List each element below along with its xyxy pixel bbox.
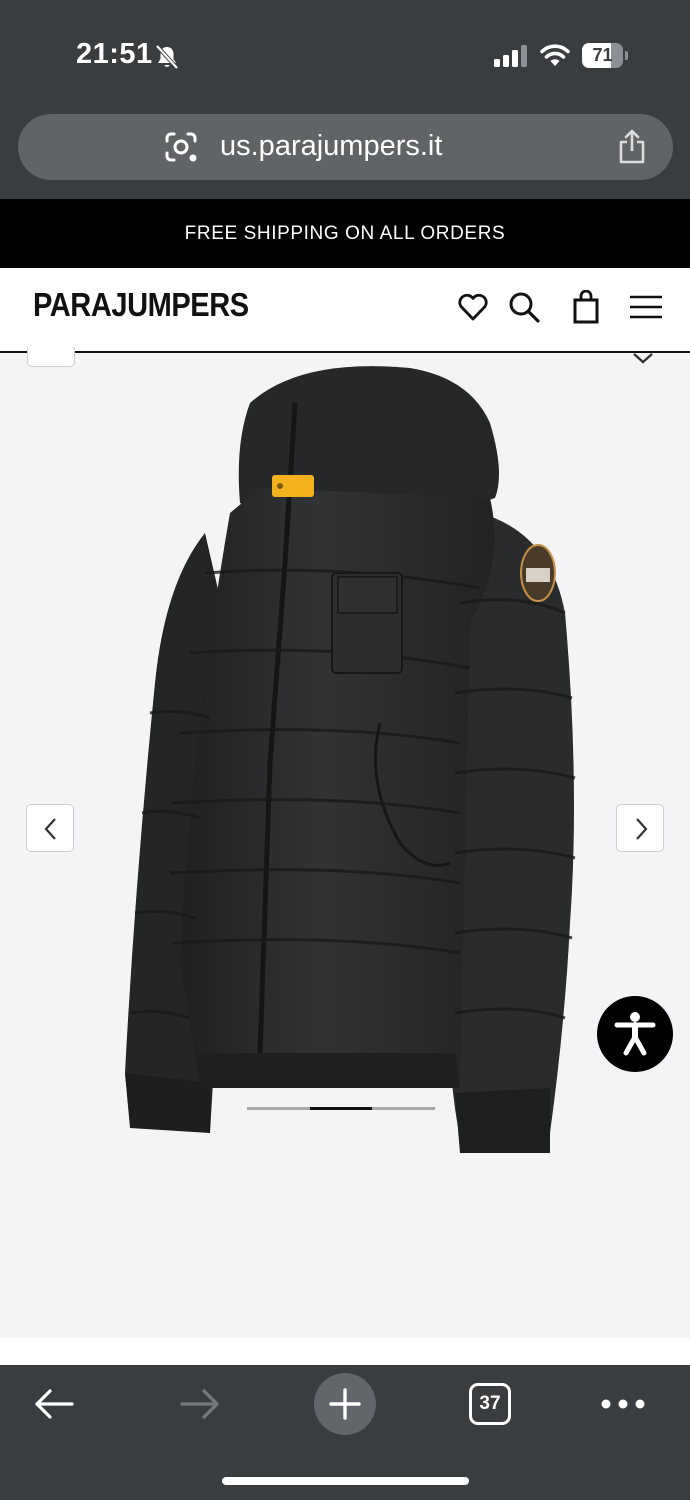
new-tab-button[interactable] (314, 1373, 376, 1435)
battery-level-text: 71 (592, 45, 613, 65)
slide-indicator-active (309, 1107, 373, 1110)
gallery-prev-button[interactable] (26, 804, 74, 852)
slide-indicator (247, 1107, 435, 1110)
brand-logo[interactable]: PARAJUMPERS (33, 286, 249, 324)
site-header: PARAJUMPERS (0, 268, 690, 353)
url-text[interactable]: us.parajumpers.it (220, 130, 442, 163)
signal-icon (494, 45, 527, 67)
lens-icon[interactable] (164, 131, 198, 163)
menu-icon[interactable] (628, 290, 662, 324)
status-bar: 21:51 71 (0, 0, 690, 106)
page-section-divider (0, 1338, 690, 1365)
gallery-stub-button[interactable] (27, 347, 75, 367)
plus-icon (329, 1388, 361, 1420)
home-indicator[interactable] (222, 1477, 469, 1485)
chevron-down-icon[interactable] (632, 351, 654, 365)
tab-count-button[interactable]: 37 (469, 1383, 511, 1425)
bell-off-icon (155, 44, 179, 70)
search-icon[interactable] (507, 290, 541, 324)
share-icon[interactable] (617, 129, 647, 165)
chevron-right-icon (636, 818, 648, 840)
web-page: FREE SHIPPING ON ALL ORDERS PARAJUMPERS (0, 199, 690, 1365)
battery-indicator: 71 (582, 43, 628, 68)
wifi-icon (540, 44, 570, 66)
accessibility-button[interactable] (597, 996, 673, 1072)
back-arrow-icon[interactable] (32, 1387, 76, 1421)
gallery-next-button[interactable] (616, 804, 664, 852)
forward-arrow-icon[interactable] (178, 1387, 222, 1421)
address-bar[interactable]: us.parajumpers.it (18, 114, 673, 180)
chevron-left-icon (44, 818, 56, 840)
accessibility-icon (614, 1012, 656, 1056)
promo-banner[interactable]: FREE SHIPPING ON ALL ORDERS (0, 199, 690, 268)
heart-icon[interactable] (456, 290, 490, 324)
bag-icon[interactable] (569, 290, 603, 324)
product-image (125, 366, 576, 1153)
more-dots-icon[interactable] (600, 1395, 646, 1413)
status-time: 21:51 (76, 38, 153, 70)
product-gallery[interactable] (0, 347, 690, 1338)
